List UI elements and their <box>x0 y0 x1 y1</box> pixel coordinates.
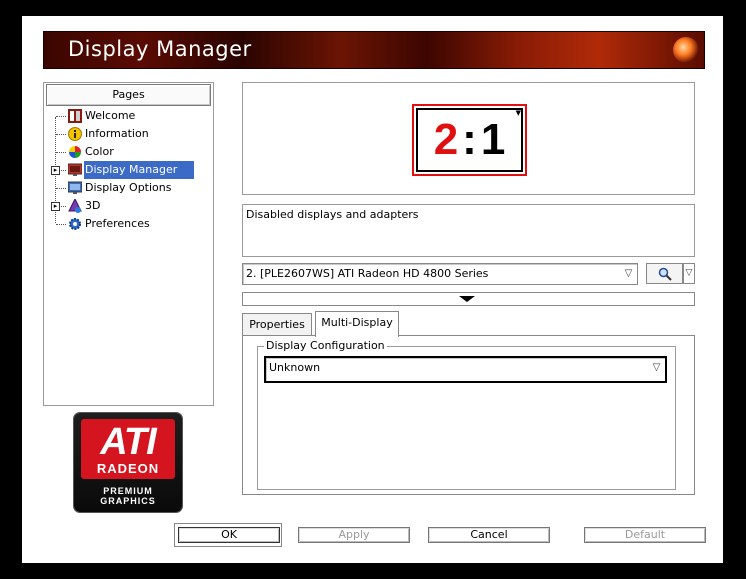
default-button[interactable]: Default <box>584 527 706 543</box>
magnifier-icon <box>658 267 672 281</box>
tree-item-label: Welcome <box>85 109 136 122</box>
group-label: Display Configuration <box>264 339 387 353</box>
expand-toggle-icon[interactable]: ▸ <box>51 166 60 175</box>
tree-item-label: Display Options <box>85 181 172 194</box>
tree-item-information[interactable]: Information <box>44 125 212 143</box>
information-icon <box>68 127 82 141</box>
tree-item-label: Preferences <box>85 217 150 230</box>
zoom-button[interactable] <box>646 263 683 284</box>
config-select-value: Unknown <box>269 361 321 374</box>
ok-button[interactable]: OK <box>178 527 280 543</box>
tab-properties[interactable]: Properties <box>242 313 312 336</box>
tree-item-label: Color <box>85 145 114 158</box>
logo-brand: ATI <box>100 421 156 463</box>
tree-item-3d[interactable]: ▸ 3D <box>44 197 212 215</box>
page-title: Display Manager <box>68 37 252 61</box>
collapse-arrow-icon <box>459 296 475 302</box>
preferences-icon <box>69 218 81 230</box>
tree-item-welcome[interactable]: Welcome <box>44 107 212 125</box>
dropdown-arrow-icon[interactable]: ▽ <box>622 266 635 281</box>
color-icon <box>69 146 81 158</box>
pages-tree: Pages Welcome Information Color ▸ Displa… <box>43 82 214 406</box>
logo-tagline: PREMIUM GRAPHICS <box>100 486 156 506</box>
pages-header: Pages <box>46 84 211 106</box>
title-banner: Display Manager <box>43 31 705 69</box>
display-configuration-group: Display Configuration Unknown ▽ <box>257 339 676 490</box>
description-text: Disabled displays and adapters <box>246 208 419 221</box>
adapter-select-value: 2. [PLE2607WS] ATI Radeon HD 4800 Series <box>246 267 489 280</box>
tree-item-label: Display Manager <box>84 161 194 179</box>
display-label: 2:1 <box>416 108 523 172</box>
display-configuration-select[interactable]: Unknown ▽ <box>264 356 667 383</box>
3d-icon <box>68 199 82 213</box>
display-preview-panel: 2:1 ▼ <box>242 82 695 195</box>
cancel-button[interactable]: Cancel <box>428 527 550 543</box>
expand-toggle-icon[interactable]: ▸ <box>51 202 60 211</box>
display-menu-arrow-icon[interactable]: ▼ <box>516 110 521 117</box>
collapse-toggle-bar[interactable] <box>242 292 695 306</box>
dropdown-arrow-icon[interactable]: ▽ <box>650 360 663 375</box>
welcome-icon <box>68 109 82 123</box>
display-options-icon <box>68 181 82 194</box>
tree-item-label: Information <box>85 127 149 140</box>
tree-item-display-options[interactable]: Display Options <box>44 179 212 197</box>
zoom-dropdown-arrow-icon[interactable]: ▽ <box>683 263 695 284</box>
tree-item-color[interactable]: Color <box>44 143 212 161</box>
multi-display-panel: Display Configuration Unknown ▽ <box>242 335 695 495</box>
ati-radeon-logo: ATI RADEON PREMIUM GRAPHICS <box>74 413 182 512</box>
adapter-select[interactable]: 2. [PLE2607WS] ATI Radeon HD 4800 Series… <box>242 263 638 285</box>
apply-button[interactable]: Apply <box>298 527 410 543</box>
description-panel: Disabled displays and adapters <box>242 204 695 257</box>
display-preview-2-1[interactable]: 2:1 ▼ <box>412 104 527 176</box>
tree-item-label: 3D <box>85 199 101 212</box>
tree-item-display-manager[interactable]: ▸ Display Manager <box>44 161 212 179</box>
tab-multi-display[interactable]: Multi-Display <box>315 311 399 337</box>
tree-item-preferences[interactable]: Preferences <box>44 215 212 233</box>
display-manager-icon <box>68 163 82 176</box>
logo-product: RADEON <box>96 461 160 476</box>
